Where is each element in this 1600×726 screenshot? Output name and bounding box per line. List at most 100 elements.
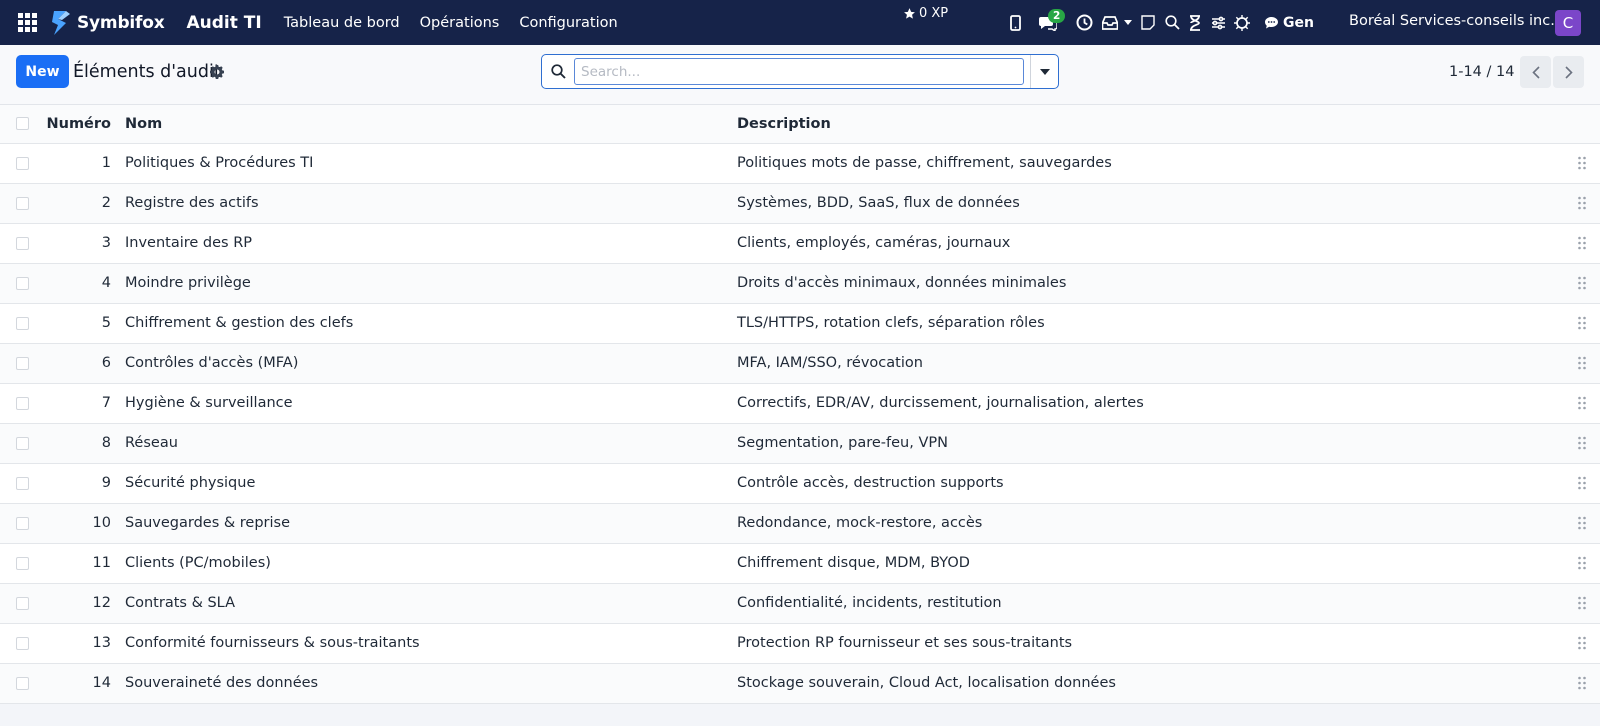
cell-nom[interactable]: Moindre privilège (120, 263, 734, 304)
new-button[interactable]: New (16, 55, 69, 88)
pager-previous-button[interactable] (1520, 56, 1551, 88)
table-row[interactable]: 13 Conformité fournisseurs & sous-traitan… (0, 623, 1600, 664)
cell-numero[interactable]: 1 (44, 143, 120, 184)
cell-nom[interactable]: Hygiène & surveillance (120, 383, 734, 424)
cell-numero[interactable]: 3 (44, 223, 120, 264)
table-row[interactable]: 11 Clients (PC/mobiles) Chiffrement disque… (0, 543, 1600, 584)
cell-description[interactable]: Systèmes, BDD, SaaS, flux de données (734, 183, 1564, 224)
menu-tableau-de-bord[interactable]: Tableau de bord (284, 15, 400, 31)
cell-nom[interactable]: Contrôles d'accès (MFA) (120, 343, 734, 384)
drag-handle-icon[interactable] (1564, 276, 1600, 290)
row-checkbox[interactable] (16, 676, 29, 690)
drag-handle-icon[interactable] (1564, 476, 1600, 490)
gear-icon[interactable] (209, 64, 225, 80)
cell-description[interactable]: Droits d'accès minimaux, données minimal… (734, 263, 1564, 304)
select-all-checkbox[interactable] (16, 117, 29, 131)
menu-operations[interactable]: Opérations (420, 15, 500, 31)
row-checkbox[interactable] (16, 396, 29, 410)
search-icon[interactable] (1160, 0, 1184, 45)
table-row[interactable]: 6 Contrôles d'accès (MFA) MFA, IAM/SSO, ré… (0, 343, 1600, 384)
page-title[interactable]: Éléments d'audit (73, 62, 221, 82)
drag-handle-icon[interactable] (1564, 556, 1600, 570)
cell-description[interactable]: Politiques mots de passe, chiffrement, s… (734, 143, 1564, 184)
table-row[interactable]: 4 Moindre privilège Droits d'accès minimau… (0, 263, 1600, 304)
xp-counter[interactable]: 0 XP (903, 6, 948, 21)
row-checkbox[interactable] (16, 436, 29, 450)
cell-description[interactable]: MFA, IAM/SSO, révocation (734, 343, 1564, 384)
app-title[interactable]: Audit TI (186, 13, 261, 33)
cell-description[interactable]: Chiffrement disque, MDM, BYOD (734, 543, 1564, 584)
cell-numero[interactable]: 12 (44, 583, 120, 624)
column-header-nom[interactable]: Nom (120, 105, 734, 144)
drag-handle-icon[interactable] (1564, 196, 1600, 210)
row-checkbox[interactable] (16, 156, 29, 170)
cell-numero[interactable]: 8 (44, 423, 120, 464)
drag-handle-icon[interactable] (1564, 316, 1600, 330)
menu-configuration[interactable]: Configuration (519, 15, 617, 31)
cell-nom[interactable]: Contrats & SLA (120, 583, 734, 624)
table-row[interactable]: 1 Politiques & Procédures TI Politiques mo… (0, 143, 1600, 184)
row-checkbox[interactable] (16, 276, 29, 290)
table-row[interactable]: 10 Sauvegardes & reprise Redondance, mock-… (0, 503, 1600, 544)
cell-nom[interactable]: Sécurité physique (120, 463, 734, 504)
gen-assistant-button[interactable]: Gen (1264, 15, 1314, 31)
cell-numero[interactable]: 13 (44, 623, 120, 664)
table-row[interactable]: 3 Inventaire des RP Clients, employés, cam… (0, 223, 1600, 264)
drag-handle-icon[interactable] (1564, 396, 1600, 410)
cell-nom[interactable]: Chiffrement & gestion des clefs (120, 303, 734, 344)
pager-value[interactable]: 1-14 / 14 (1449, 64, 1514, 80)
row-checkbox[interactable] (16, 636, 29, 650)
table-row[interactable]: 12 Contrats & SLA Confidentialité, inciden… (0, 583, 1600, 624)
row-checkbox[interactable] (16, 316, 29, 330)
hourglass-icon[interactable] (1184, 0, 1206, 45)
cell-nom[interactable]: Réseau (120, 423, 734, 464)
table-row[interactable]: 2 Registre des actifs Systèmes, BDD, SaaS,… (0, 183, 1600, 224)
row-checkbox[interactable] (16, 236, 29, 250)
cell-description[interactable]: Correctifs, EDR/AV, durcissement, journa… (734, 383, 1564, 424)
search-input[interactable] (574, 58, 1024, 85)
cell-description[interactable]: Protection RP fournisseur et ses sous-tr… (734, 623, 1564, 664)
row-checkbox[interactable] (16, 596, 29, 610)
pager-next-button[interactable] (1553, 56, 1584, 88)
cell-nom[interactable]: Politiques & Procédures TI (120, 143, 734, 184)
cell-numero[interactable]: 7 (44, 383, 120, 424)
cell-description[interactable]: Contrôle accès, destruction supports (734, 463, 1564, 504)
drag-handle-icon[interactable] (1564, 676, 1600, 690)
cell-numero[interactable]: 6 (44, 343, 120, 384)
inbox-icon[interactable] (1098, 0, 1136, 45)
cell-description[interactable]: Clients, employés, caméras, journaux (734, 223, 1564, 264)
column-header-description[interactable]: Description (734, 105, 1564, 144)
drag-handle-icon[interactable] (1564, 436, 1600, 450)
drag-handle-icon[interactable] (1564, 236, 1600, 250)
sliders-icon[interactable] (1206, 0, 1230, 45)
clock-icon[interactable] (1070, 0, 1098, 45)
cell-description[interactable]: Confidentialité, incidents, restitution (734, 583, 1564, 624)
apps-grid-icon[interactable] (16, 12, 38, 34)
cell-numero[interactable]: 10 (44, 503, 120, 544)
cell-numero[interactable]: 9 (44, 463, 120, 504)
cell-numero[interactable]: 14 (44, 663, 120, 704)
search-options-toggle[interactable] (1030, 55, 1058, 88)
cell-description[interactable]: Segmentation, pare-feu, VPN (734, 423, 1564, 464)
drag-handle-icon[interactable] (1564, 636, 1600, 650)
table-row[interactable]: 5 Chiffrement & gestion des clefs TLS/HTTP… (0, 303, 1600, 344)
cell-numero[interactable]: 5 (44, 303, 120, 344)
user-avatar[interactable]: C (1555, 10, 1581, 36)
brand-logo[interactable]: Symbifox (48, 10, 165, 36)
cell-description[interactable]: Stockage souverain, Cloud Act, localisat… (734, 663, 1564, 704)
drag-handle-icon[interactable] (1564, 596, 1600, 610)
mobile-icon[interactable] (1004, 0, 1026, 45)
cell-numero[interactable]: 4 (44, 263, 120, 304)
cell-numero[interactable]: 11 (44, 543, 120, 584)
cell-nom[interactable]: Clients (PC/mobiles) (120, 543, 734, 584)
table-row[interactable]: 8 Réseau Segmentation, pare-feu, VPN (0, 423, 1600, 464)
row-checkbox[interactable] (16, 196, 29, 210)
row-checkbox[interactable] (16, 476, 29, 490)
cell-description[interactable]: TLS/HTTPS, rotation clefs, séparation rô… (734, 303, 1564, 344)
cell-nom[interactable]: Souveraineté des données (120, 663, 734, 704)
drag-handle-icon[interactable] (1564, 156, 1600, 170)
cell-nom[interactable]: Registre des actifs (120, 183, 734, 224)
company-switcher[interactable]: Boréal Services-conseils inc. (1349, 13, 1555, 29)
cell-numero[interactable]: 2 (44, 183, 120, 224)
drag-handle-icon[interactable] (1564, 516, 1600, 530)
